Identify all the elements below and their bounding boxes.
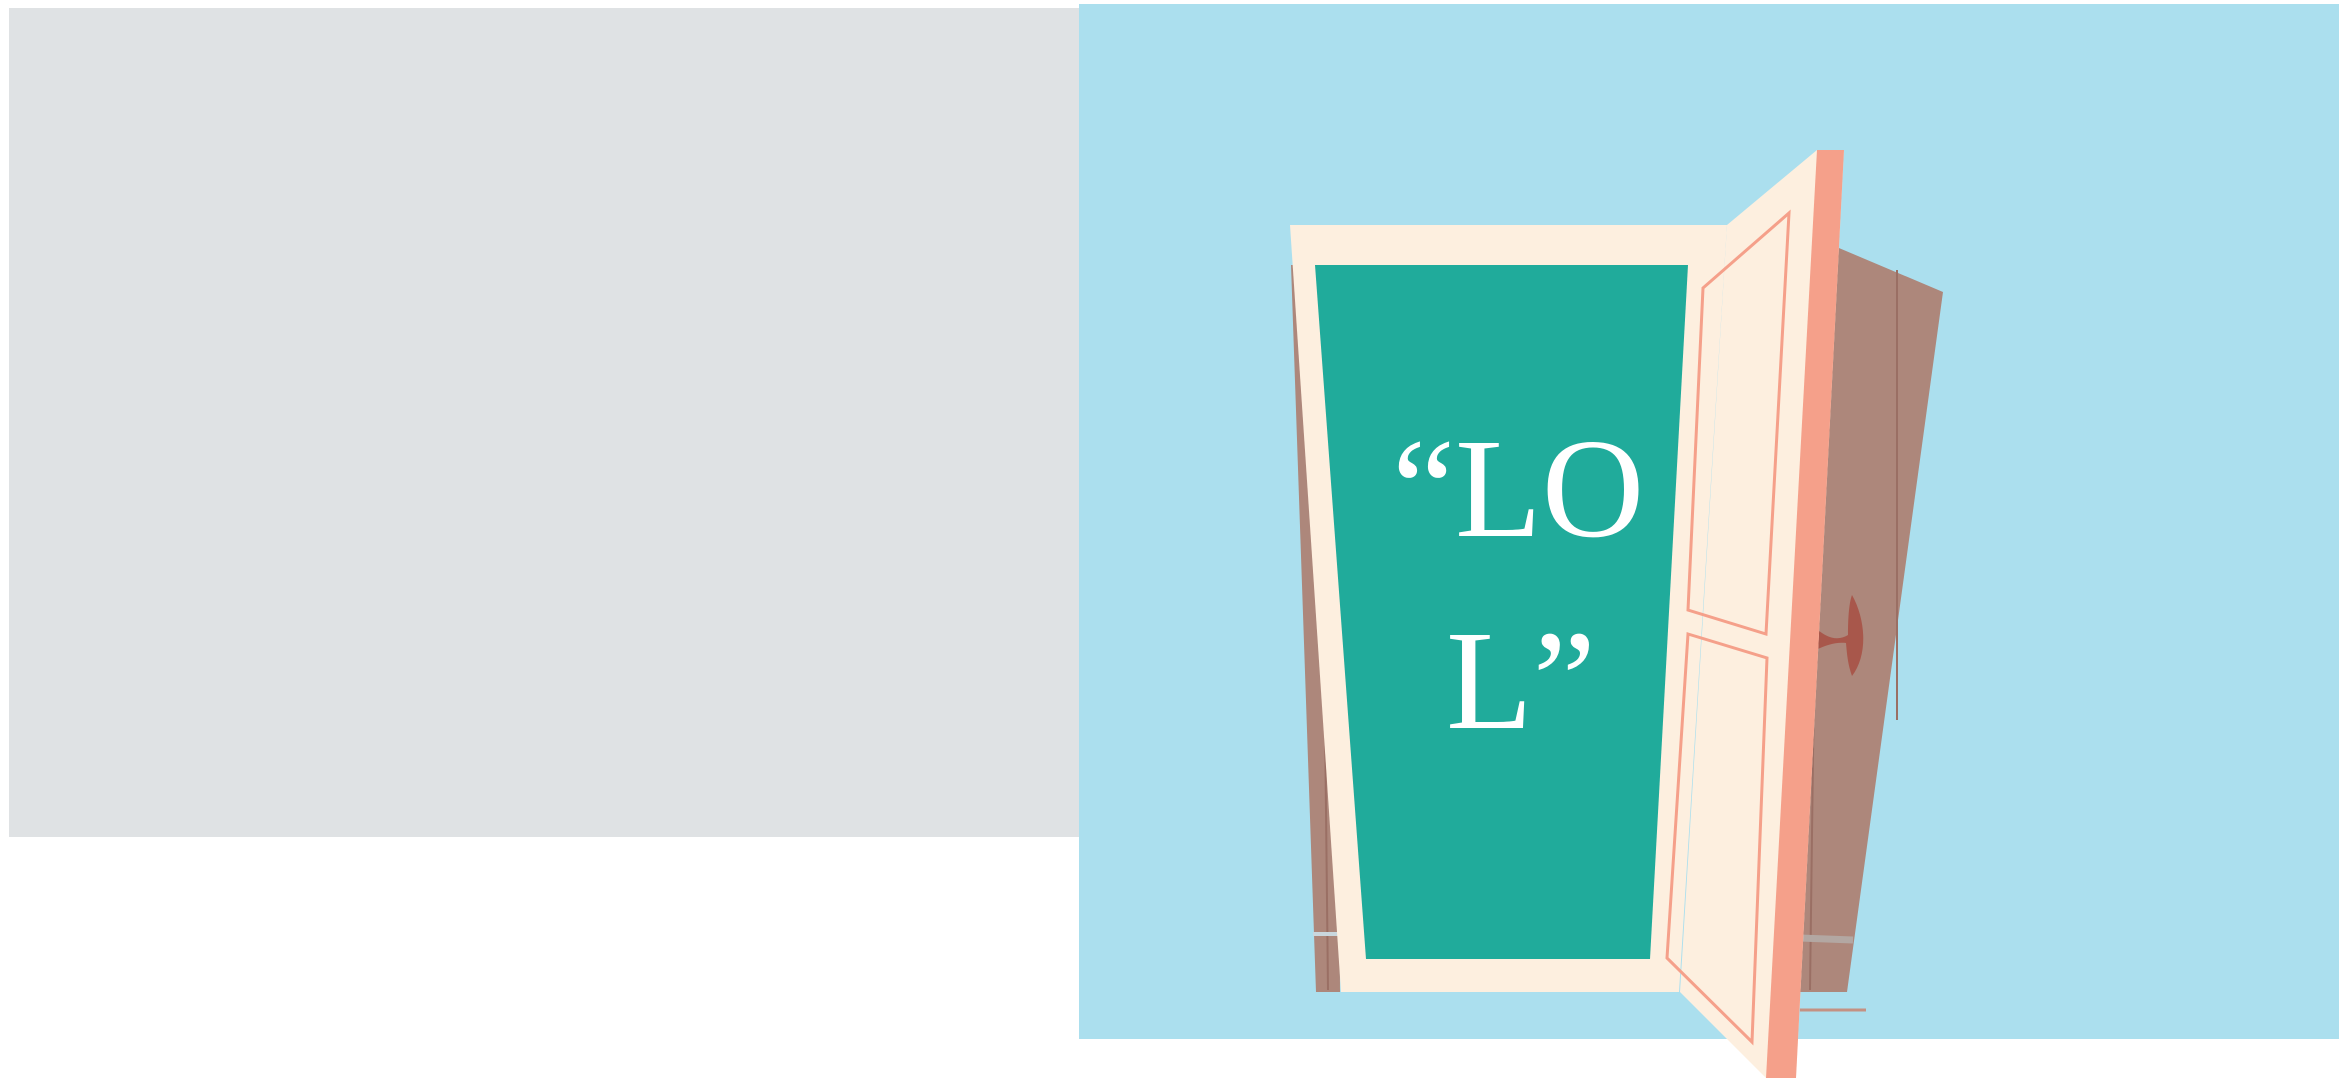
canvas: “LO L”	[0, 0, 2339, 1078]
open-door-illustration: “LO L”	[1290, 150, 1943, 1078]
door-sign-line-1: “LO	[1392, 409, 1644, 567]
floor-line	[1799, 934, 1854, 944]
door-sign-line-2: L”	[1446, 601, 1596, 759]
